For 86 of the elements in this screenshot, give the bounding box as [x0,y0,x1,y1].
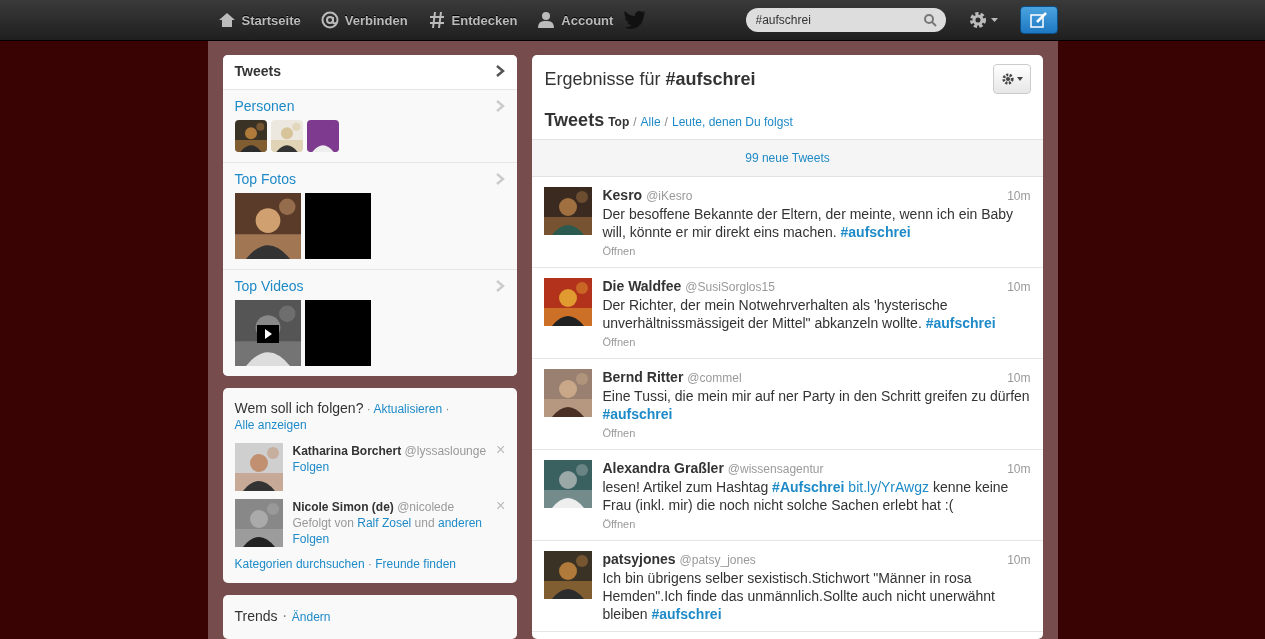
link[interactable]: anderen [437,516,482,530]
nav-link[interactable]: Verbinden [310,11,418,29]
hashtag-link[interactable]: #Aufschrei [772,479,845,495]
new-tweets-bar[interactable]: 99 neue Tweets [532,139,1043,177]
chevron-right-icon [496,65,506,77]
sidebar-link[interactable]: Top Videos [234,278,304,294]
house-icon [217,11,236,29]
pen-icon [1029,12,1048,28]
change-link[interactable]: Ändern [291,610,331,624]
person-handle: @lyssaslounge [404,444,487,458]
link[interactable]: Ralf Zosel [357,516,412,530]
caret-icon [990,18,998,22]
tweet-author: Die Waldfee [602,278,682,294]
separator: / [633,115,637,129]
chevron-right-icon [496,280,506,292]
filter-link[interactable]: Leute, denen Du folgst [671,115,793,129]
hashtag-link[interactable]: #aufschrei [925,315,996,331]
trends-title: Trends [234,608,278,624]
image-placeholder [304,300,371,366]
person-name: Nicole Simon (de) [292,500,394,514]
heading-text: Wem soll ich folgen? [234,400,364,416]
nav-link[interactable]: Entdecken [417,11,528,29]
tweet-author: patsyjones [602,551,676,567]
who-to-follow-heading: Wem soll ich folgen? · Aktualisieren · Alle anzeigen [233,399,451,434]
tweet-author: Bernd Ritter [602,369,684,385]
open-link[interactable]: Öffnen [602,427,636,439]
open-link[interactable]: Öffnen [602,245,636,257]
settings-icon [967,10,988,30]
tweet-handle: @commel [687,371,742,385]
follow-link[interactable]: Folgen [292,460,330,474]
tweet-handle: @SusiSorglos15 [685,280,775,294]
hashtag-link[interactable]: #aufschrei [651,606,722,622]
who-to-follow-card: Wem soll ich folgen? · Aktualisieren · Alle anzeigen Katharina Borchert @lyssaslounge Folgen × Nicole Simon (de) @nicolede Gefolgt von Ralf Zosel und anderen Folgen × Kategorien durchsuchen · Freunde finden [222,388,518,583]
tweet-time: 10m [1007,280,1031,294]
tweet-handle: @patsy_jones [679,553,756,567]
tweet-time: 10m [1007,371,1031,385]
search-icon [923,14,937,27]
tweet-author: Kesro [602,187,643,203]
play-icon[interactable] [256,325,279,343]
tweet-handle: @wissensagentur [727,462,824,476]
open-link[interactable]: Öffnen [602,336,636,348]
hashtag-link[interactable]: #aufschrei [840,224,911,240]
bird-icon [623,10,648,30]
separator: · [281,607,289,624]
tweet-time: 10m [1007,189,1031,203]
person-name: Katharina Borchert [292,444,402,458]
tweet-text: Ich bin übrigens selber sexistisch.Stichwort "Männer in rosa Hemden".Ich finde das unmännlich.Sollte auch nicht unerwähnt bleiben #aufschrei [602,569,996,623]
compose-button[interactable] [1019,6,1058,34]
sidebar-link[interactable]: Personen [234,98,295,114]
tweet-handle: @iKesro [646,189,693,203]
image-placeholder [304,193,371,259]
link[interactable]: Freunde finden [375,557,456,571]
tweet-author: Alexandra Graßler [602,460,724,476]
nav-link[interactable]: Account [527,11,624,29]
chevron-right-icon [496,173,506,185]
person-icon [537,11,556,29]
hashtag-icon [427,11,446,29]
search-field[interactable]: #aufschrei [745,8,946,32]
settings-icon [1000,72,1015,86]
settings-menu-button[interactable] [992,64,1031,94]
tweet-time: 10m [1007,462,1031,476]
tweets-heading: Tweets [544,110,605,131]
tweet-time: 10m [1007,553,1031,567]
filter-link[interactable]: Top [608,115,630,129]
results-title: Ergebnisse für #aufschrei [544,68,756,90]
sidebar-link[interactable]: Tweets [234,63,281,79]
caret-icon [1016,77,1023,81]
at-sign-icon [320,11,339,29]
filter-link[interactable]: Alle [640,115,661,129]
link[interactable]: Alle anzeigen [234,418,307,432]
separator: / [664,115,668,129]
tweet-text: lesen! Artikel zum Hashtag #Aufschrei bit.ly/YrAwgz kenne keine Frau (inkl. mir) die noch nicht solche Sachen erlebt hat :( [602,478,1010,514]
tweet-text: Eine Tussi, die mein mir auf ner Party in den Schritt greifen zu dürfen #aufschrei [602,387,1031,423]
follow-link[interactable]: Folgen [292,532,330,546]
link[interactable]: bit.ly/YrAwgz [848,479,929,495]
link[interactable]: Aktualisieren [373,402,443,416]
tweet-text: Der Richter, der mein Notwehrverhalten als 'hysterische unverhältnissmässigeit der Mittel" abkanzeln wollte. #aufschrei [602,296,997,332]
nav-link[interactable]: Startseite [207,11,311,29]
person-handle: @nicolede [397,500,455,514]
chevron-right-icon [496,100,506,112]
open-link[interactable]: Öffnen [602,518,636,530]
hashtag-link[interactable]: #aufschrei [602,406,673,422]
followed-by-text: Gefolgt von Ralf Zosel und anderen [292,515,483,531]
tweet-text: Der besoffene Bekannte der Eltern, der meinte, wenn ich ein Baby will, könnte er mir direkt eins machen. #aufschrei [602,205,1015,241]
link[interactable]: Kategorien durchsuchen [234,557,365,571]
sidebar-link[interactable]: Top Fotos [234,171,296,187]
